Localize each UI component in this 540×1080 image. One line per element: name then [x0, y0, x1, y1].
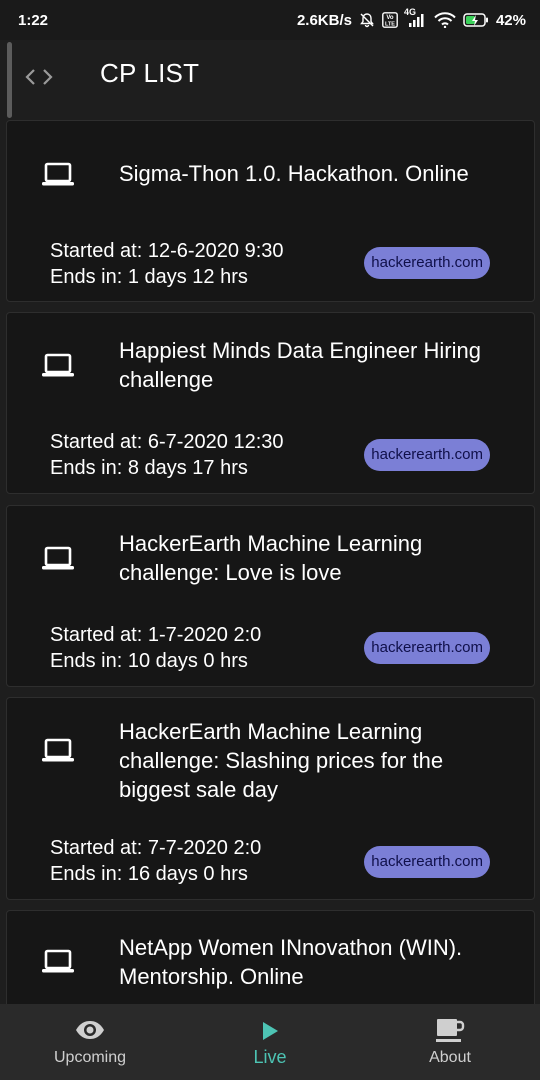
contest-started: Started at: 7-7-2020 2:0 [50, 837, 262, 859]
platform-chip[interactable]: hackerearth.com [364, 439, 490, 471]
status-time: 1:22 [18, 11, 49, 29]
nav-label: Live [253, 1047, 287, 1067]
nav-label: Upcoming [53, 1049, 127, 1066]
network-speed: 2.6KB/s [296, 11, 352, 29]
contest-card[interactable]: HackerEarth Machine Learning challenge: … [6, 697, 535, 900]
contest-card[interactable]: Sigma-Thon 1.0. Hackathon. Online Starte… [6, 120, 535, 302]
contest-title: HackerEarth Machine Learning challenge: … [119, 719, 444, 802]
bottom-nav: Upcoming Live About [0, 1004, 540, 1080]
svg-text:Vo: Vo [386, 15, 394, 21]
contest-started: Started at: 1-7-2020 2:0 [50, 624, 262, 646]
wifi-icon [434, 12, 456, 28]
scrollbar[interactable] [7, 42, 12, 118]
network-type: 4G [403, 7, 416, 17]
play-icon [260, 1020, 280, 1047]
contest-title: Happiest Minds Data Engineer Hiring chal… [119, 338, 481, 392]
nav-item-live[interactable]: Live [180, 1004, 360, 1080]
platform-chip[interactable]: hackerearth.com [364, 247, 490, 279]
contest-title: HackerEarth Machine Learning challenge: … [119, 531, 423, 585]
contest-card[interactable]: Happiest Minds Data Engineer Hiring chal… [6, 312, 535, 494]
laptop-icon [41, 737, 75, 765]
laptop-icon [41, 161, 75, 189]
nav-label: About [429, 1049, 471, 1066]
contest-ends: Ends in: 10 days 0 hrs [50, 650, 248, 672]
contest-list[interactable]: Sigma-Thon 1.0. Hackathon. Online Starte… [0, 118, 540, 1004]
contest-title: NetApp Women INnovathon (WIN). Mentorshi… [119, 935, 463, 989]
status-icons: 2.6KB/s Vo LTE 4G 42% [296, 8, 526, 29]
laptop-icon [41, 352, 75, 380]
status-bar: 1:22 2.6KB/s Vo LTE 4G 42% [0, 0, 540, 40]
battery-icon [463, 12, 489, 28]
signal-icon: 4G [404, 8, 427, 28]
coffee-icon [434, 1016, 466, 1051]
contest-ends: Ends in: 16 days 0 hrs [50, 863, 248, 885]
contest-card[interactable]: NetApp Women INnovathon (WIN). Mentorshi… [6, 910, 535, 1004]
mute-bell-icon [359, 12, 375, 28]
nav-item-about[interactable]: About [360, 1004, 540, 1080]
contest-started: Started at: 6-7-2020 12:30 [50, 431, 284, 453]
laptop-icon [41, 545, 75, 573]
contest-ends: Ends in: 1 days 12 hrs [50, 266, 248, 288]
platform-chip[interactable]: hackerearth.com [364, 846, 490, 878]
laptop-icon [41, 948, 75, 976]
page-title: CP LIST [100, 58, 200, 88]
contest-started: Started at: 12-6-2020 9:30 [50, 240, 284, 262]
battery-percent: 42% [495, 11, 526, 29]
volte-icon: Vo LTE [382, 12, 398, 28]
svg-text:LTE: LTE [385, 22, 395, 28]
eye-icon [74, 1018, 106, 1047]
code-icon [24, 66, 54, 88]
contest-card[interactable]: HackerEarth Machine Learning challenge: … [6, 505, 535, 687]
nav-item-upcoming[interactable]: Upcoming [0, 1004, 180, 1080]
contest-title: Sigma-Thon 1.0. Hackathon. Online [119, 161, 469, 186]
platform-chip[interactable]: hackerearth.com [364, 632, 490, 664]
app-bar [0, 40, 540, 116]
contest-ends: Ends in: 8 days 17 hrs [50, 457, 248, 479]
